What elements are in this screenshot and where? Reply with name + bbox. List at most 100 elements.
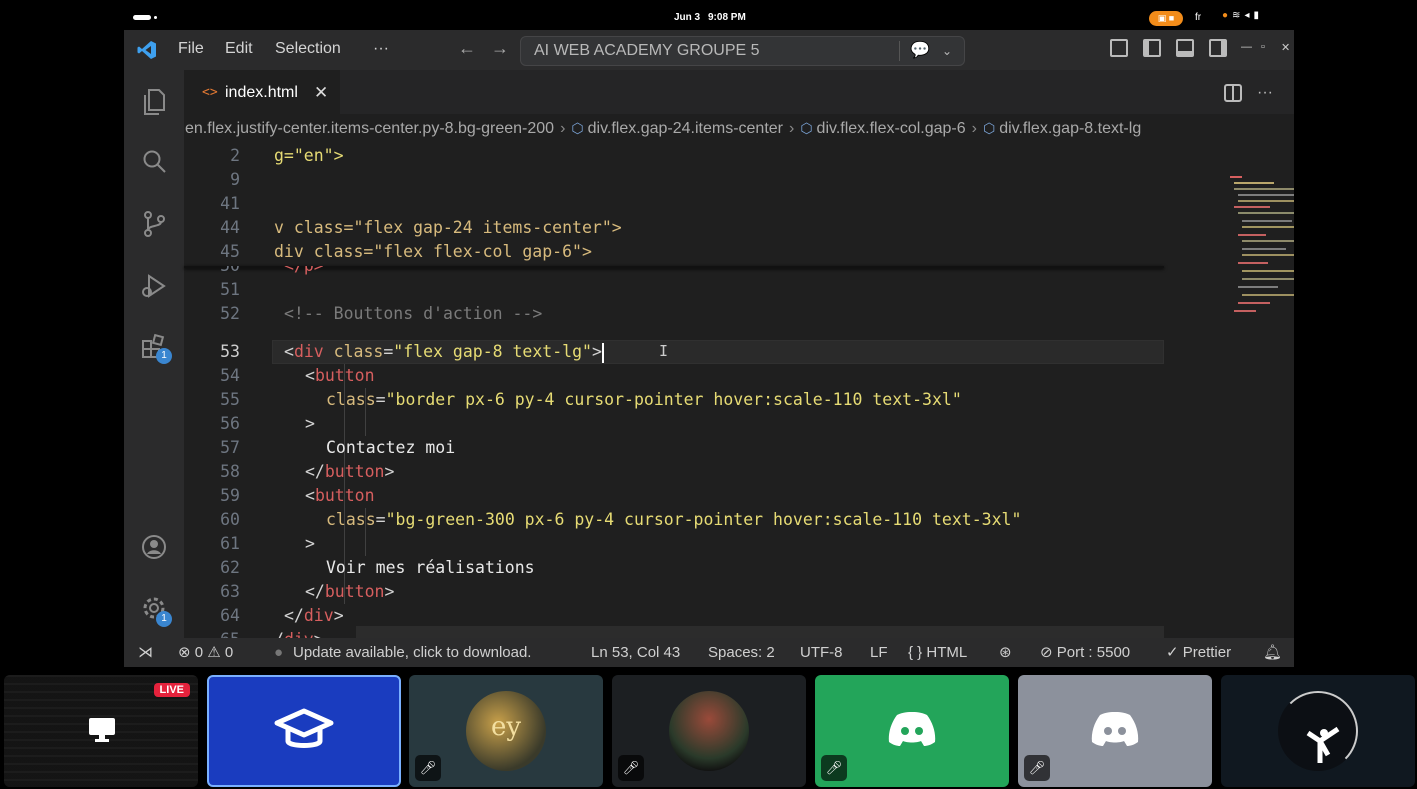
port-label: Port : 5500 [1056, 644, 1131, 661]
code-line[interactable]: 63 </button> [184, 580, 1174, 604]
wifi-icon: ≋ [1232, 10, 1245, 21]
participant-tile-figure[interactable] [1221, 675, 1415, 787]
sticky-line[interactable]: 45 div class="flex flex-col gap-6"> [184, 240, 1174, 264]
cursor-position[interactable]: Ln 53, Col 43 [591, 638, 680, 667]
more-actions-icon[interactable]: ··· [1257, 84, 1273, 102]
participant-tile-discord-green[interactable]: 🎤︎ [815, 675, 1009, 787]
participant-tile-academy[interactable] [207, 675, 401, 787]
code-line[interactable]: 62 Voir mes réalisations [184, 556, 1174, 580]
code-line-active[interactable]: 53 <div class="flex gap-8 text-lg"> [184, 340, 1174, 364]
code-editor[interactable]: 2 g="en"> 9 41 44 v class="flex gap-24 ite… [184, 142, 1294, 638]
horizontal-scrollbar-thumb[interactable] [356, 626, 1164, 638]
avatar-figure [1278, 691, 1358, 771]
copilot-icon[interactable]: ⊛ [999, 638, 1012, 667]
code-line[interactable]: 61 > [184, 532, 1174, 556]
title-bar: File Edit Selection ··· ← → AI WEB ACADE… [124, 30, 1294, 70]
chat-sparkle-icon[interactable]: 💬 [910, 40, 930, 60]
breadcrumb-item[interactable]: div.flex.flex-col.gap-6 [817, 120, 966, 137]
code-line[interactable]: 59 <button [184, 484, 1174, 508]
status-bar: ⋊ ⊗ 0 ⚠ 0 ● Update available, click to d… [124, 638, 1294, 667]
back-arrow-icon[interactable]: ← [458, 38, 476, 59]
code-line[interactable]: 64 </div> [184, 604, 1174, 628]
toggle-panel-icon[interactable] [1176, 39, 1194, 57]
menu-selection[interactable]: Selection [275, 40, 341, 58]
line-number: 50 [184, 266, 240, 278]
breadcrumb-item[interactable]: en.flex.justify-center.items-center.py-8… [185, 120, 554, 137]
participant-tile-discord-gray[interactable]: 🎤︎ [1018, 675, 1212, 787]
indentation[interactable]: Spaces: 2 [708, 638, 775, 667]
language-mode[interactable]: { } HTML [908, 638, 967, 667]
accounts-icon[interactable] [140, 533, 168, 561]
code-tag: button [324, 462, 385, 481]
sticky-line[interactable]: 44 v class="flex gap-24 items-center"> [184, 216, 1174, 240]
warning-count: 0 [224, 644, 234, 661]
minimize-icon[interactable]: — [1241, 41, 1252, 53]
braces-icon: { } [908, 644, 923, 661]
problems-indicator[interactable]: ⊗ 0 ⚠ 0 [178, 638, 233, 667]
customize-layout-icon[interactable] [1110, 39, 1128, 57]
mic-muted-icon: 🎤︎ [618, 755, 644, 781]
sticky-line[interactable]: 41 [184, 192, 1174, 216]
search-icon[interactable] [140, 148, 168, 176]
code-line[interactable]: 58 </button> [184, 460, 1174, 484]
close-tab-icon[interactable]: ✕ [314, 83, 328, 103]
code-line[interactable]: 52 <!-- Bouttons d'action --> [184, 302, 1174, 326]
sticky-line[interactable]: 9 [184, 168, 1174, 192]
keyboard-language[interactable]: fr [1195, 12, 1201, 23]
end-of-line[interactable]: LF [870, 638, 888, 667]
menu-edit[interactable]: Edit [225, 40, 253, 58]
graduation-cap-icon [273, 707, 335, 760]
breadcrumb-item[interactable]: div.flex.gap-24.items-center [588, 120, 783, 137]
explorer-icon[interactable] [140, 88, 168, 116]
command-center-divider [899, 41, 900, 61]
prettier-status[interactable]: ✓ Prettier [1166, 638, 1231, 667]
code-attr: class [323, 342, 384, 361]
minimap-line [1242, 220, 1292, 222]
code-line[interactable]: 50 </p> [184, 266, 1174, 278]
code-line[interactable]: 51 [184, 278, 1174, 302]
run-debug-icon[interactable] [140, 272, 168, 300]
live-server-port[interactable]: ⊘ Port : 5500 [1040, 638, 1130, 667]
line-number: 2 [230, 146, 240, 165]
breadcrumb: en.flex.justify-center.items-center.py-8… [184, 114, 1294, 142]
encoding[interactable]: UTF-8 [800, 638, 843, 667]
code-line[interactable]: 57 Contactez moi [184, 436, 1174, 460]
minimap[interactable] [1230, 142, 1294, 322]
status-pill-icon [133, 15, 151, 20]
participant-tile-screenshare[interactable]: LIVE [4, 675, 198, 787]
split-editor-icon[interactable] [1224, 84, 1242, 107]
code-line[interactable]: 54 <button [184, 364, 1174, 388]
menu-file[interactable]: File [178, 40, 204, 58]
toggle-secondary-sidebar-icon[interactable] [1209, 39, 1227, 57]
screen-share-icon [88, 717, 116, 748]
update-notice[interactable]: Update available, click to download. [293, 638, 531, 667]
maximize-icon[interactable]: ▫ [1261, 41, 1265, 53]
code-punct: </ [305, 582, 325, 601]
line-number: 63 [220, 582, 240, 601]
chevron-down-icon[interactable]: ⌄ [942, 44, 952, 58]
code-line[interactable]: 56 > [184, 412, 1174, 436]
menu-more[interactable]: ··· [373, 40, 389, 58]
participant-tile-photo[interactable]: 🎤︎ [612, 675, 806, 787]
participant-tile-elbaz[interactable]: ey 🎤︎ [409, 675, 603, 787]
notifications-bell-icon[interactable]: 🔔︎ [1263, 638, 1282, 667]
device-status-bar: Jun 3 9:08 PM ▣ ■ fr ●≋◂▮ [0, 0, 1417, 34]
tab-index-html[interactable]: <> index.html ✕ [184, 70, 340, 114]
command-center[interactable]: AI WEB ACADEMY GROUPE 5 💬 ⌄ [520, 36, 965, 66]
forward-arrow-icon[interactable]: → [491, 38, 509, 59]
code-punct: < [305, 366, 315, 385]
breadcrumb-item[interactable]: div.flex.gap-8.text-lg [999, 120, 1141, 137]
remote-indicator-icon[interactable]: ⋊ [138, 638, 153, 667]
code-line[interactable]: 55 class="border px-6 py-4 cursor-pointer… [184, 388, 1174, 412]
participant-strip: LIVE ey 🎤︎ 🎤︎ 🎤︎ 🎤︎ [0, 673, 1417, 789]
tab-bar: <> index.html ✕ ··· [184, 70, 1294, 114]
line-number: 65 [184, 628, 240, 638]
sticky-line[interactable]: 2 g="en"> [184, 144, 1174, 168]
screen-recording-icon[interactable]: ▣ ■ [1149, 11, 1183, 26]
code-line[interactable]: 60 class="bg-green-300 px-6 py-4 cursor-p… [184, 508, 1174, 532]
code-text: class="border px-6 py-4 cursor-pointer h… [326, 388, 962, 412]
toggle-primary-sidebar-icon[interactable] [1143, 39, 1161, 57]
battery-icon: ▮ [1253, 10, 1263, 21]
close-window-icon[interactable]: ✕ [1281, 41, 1290, 54]
source-control-icon[interactable] [140, 210, 168, 238]
